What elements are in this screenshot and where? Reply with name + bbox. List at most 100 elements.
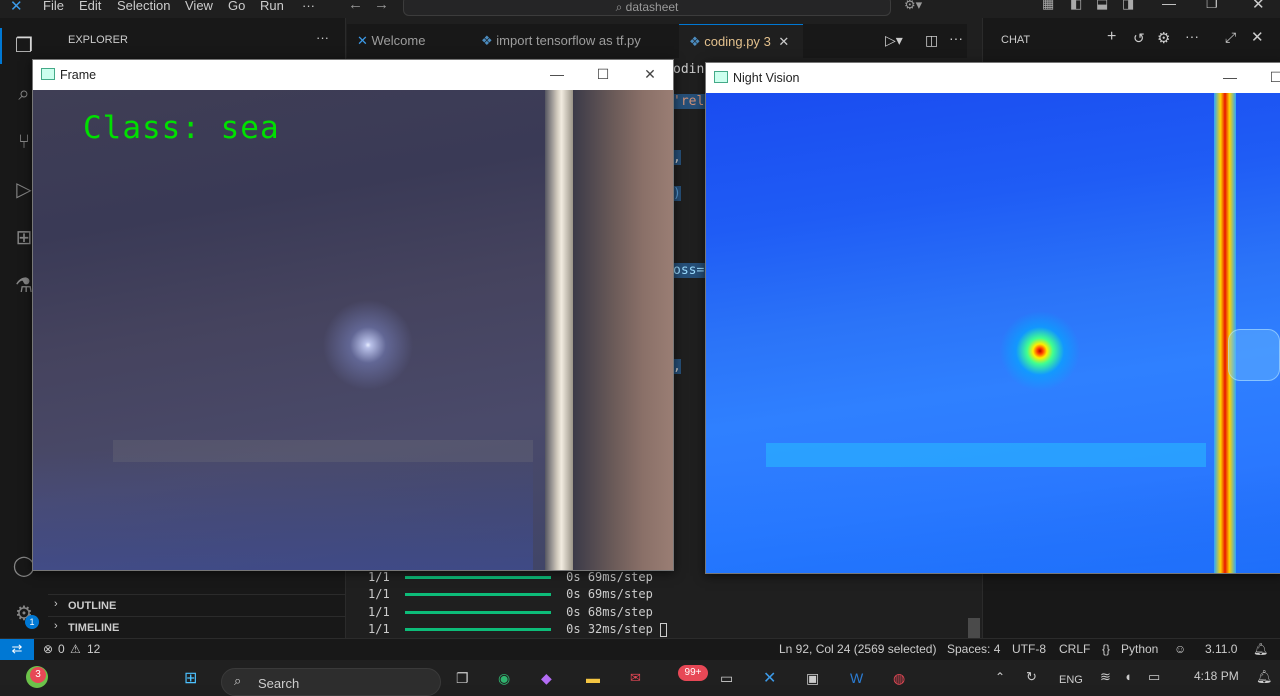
- railing-highlight: [766, 443, 1206, 467]
- timeline-section[interactable]: › TIMELINE: [48, 616, 345, 638]
- battery-icon[interactable]: ▭: [1148, 669, 1160, 685]
- minimize-icon[interactable]: —: [547, 66, 567, 82]
- line-ending[interactable]: CRLF: [1059, 642, 1090, 656]
- menu-run[interactable]: Run: [260, 0, 284, 13]
- more-icon[interactable]: ···: [1185, 28, 1199, 44]
- maximize-icon[interactable]: ☐: [593, 66, 613, 83]
- progress-bar: [404, 593, 551, 596]
- maximize-panel-icon[interactable]: ⤢: [1225, 29, 1236, 46]
- taskbar-search-box[interactable]: ⌕ Search: [221, 668, 441, 696]
- menu-edit[interactable]: Edit: [79, 0, 101, 13]
- frame-window-titlebar[interactable]: Frame — ☐ ✕: [33, 60, 673, 90]
- new-chat-icon[interactable]: +: [1107, 28, 1116, 46]
- close-panel-icon[interactable]: ✕: [1251, 28, 1264, 46]
- toggle-sidebar-icon[interactable]: ◧: [1070, 0, 1082, 12]
- python-icon: ❖: [689, 34, 705, 49]
- language-mode[interactable]: Python: [1121, 642, 1158, 656]
- edge-icon[interactable]: ◉: [498, 670, 510, 687]
- cursor-position[interactable]: Ln 92, Col 24 (2569 selected): [779, 642, 936, 656]
- terminal-app-icon[interactable]: ▭: [720, 670, 733, 687]
- menu-more[interactable]: ···: [302, 0, 315, 13]
- menu-view[interactable]: View: [185, 0, 213, 13]
- python-window-icon[interactable]: ▣: [806, 670, 819, 687]
- chrome-icon[interactable]: ◍: [893, 670, 905, 687]
- terminal-line: 1/1 0s 32ms/step: [368, 622, 668, 637]
- outline-section[interactable]: › OUTLINE: [48, 594, 345, 616]
- sidebar-more-button[interactable]: ···: [316, 30, 329, 45]
- close-icon[interactable]: ✕: [640, 66, 660, 83]
- terminal-cursor: [660, 622, 668, 637]
- chevron-right-icon: ›: [54, 620, 58, 632]
- forward-arrow-icon[interactable]: →: [374, 0, 389, 13]
- encoding[interactable]: UTF-8: [1012, 642, 1046, 656]
- vscode-taskbar-icon[interactable]: ✕: [763, 668, 776, 688]
- language-indicator[interactable]: ENG: [1059, 674, 1083, 686]
- tray-chevron-icon[interactable]: ⌃: [995, 670, 1005, 684]
- window-app-icon: [41, 68, 55, 80]
- toggle-secondary-sidebar-icon[interactable]: ◨: [1122, 0, 1134, 12]
- maximize-icon[interactable]: ☐: [1266, 69, 1280, 86]
- error-icon[interactable]: ⊗: [43, 642, 53, 656]
- toggle-panel-icon[interactable]: ⬓: [1096, 0, 1108, 12]
- start-icon[interactable]: ⊞: [184, 668, 197, 688]
- tab-import-tensorflow[interactable]: ❖ import tensorflow as tf.py: [471, 24, 677, 58]
- search-icon: ⌕: [234, 673, 242, 688]
- back-arrow-icon[interactable]: ←: [348, 0, 363, 13]
- mail-icon[interactable]: ✉: [630, 670, 641, 686]
- close-tab-icon[interactable]: ✕: [778, 34, 789, 49]
- minimize-icon[interactable]: —: [1220, 69, 1240, 85]
- search-icon: ⌕: [615, 0, 626, 14]
- water-reflection: [33, 450, 533, 570]
- notifications-bell-icon[interactable]: 🔔︎: [1253, 642, 1268, 656]
- terminal-line: 1/1 0s 68ms/step: [368, 605, 653, 619]
- indentation[interactable]: Spaces: 4: [947, 642, 1000, 656]
- tab-welcome[interactable]: ✕ Welcome: [347, 24, 467, 58]
- night-vision-titlebar[interactable]: Night Vision — ☐: [706, 63, 1280, 93]
- volume-icon[interactable]: ◖: [1124, 669, 1132, 684]
- file-explorer-icon[interactable]: ▬: [586, 670, 600, 686]
- run-python-icon[interactable]: ▷▾: [885, 32, 903, 49]
- close-icon[interactable]: ✕: [1252, 0, 1265, 13]
- menu-go[interactable]: Go: [228, 0, 245, 13]
- explorer-icon[interactable]: ❐: [12, 34, 36, 58]
- vscode-logo-icon: ✕: [10, 0, 23, 15]
- widgets-badge: 3: [30, 667, 46, 683]
- copilot-app-icon[interactable]: ◆: [541, 670, 552, 687]
- warning-count[interactable]: 12: [87, 642, 100, 656]
- water-band: [706, 473, 1280, 573]
- accounts-badge: 1: [25, 615, 39, 629]
- settings-gear-icon[interactable]: ⚙: [1157, 29, 1170, 47]
- search-text: datasheet: [625, 0, 679, 14]
- terminal-panel[interactable]: 1/1 0s 69ms/step 1/1 0s 69ms/step 1/1 0s…: [347, 570, 967, 638]
- copilot-icon[interactable]: ⚙▾: [904, 0, 922, 13]
- remote-indicator-icon[interactable]: ⇄: [0, 639, 34, 661]
- floating-widget[interactable]: [1228, 329, 1280, 381]
- night-vision-window[interactable]: Night Vision — ☐: [705, 62, 1280, 574]
- command-search-box[interactable]: ⌕ datasheet: [403, 0, 891, 16]
- copilot-status-icon[interactable]: ☺: [1174, 642, 1186, 656]
- step-count: 1/1: [368, 605, 390, 619]
- split-editor-icon[interactable]: ◫: [925, 32, 938, 49]
- window-app-icon: [714, 71, 728, 83]
- restore-icon[interactable]: ❐: [1206, 0, 1218, 12]
- scrollbar-thumb[interactable]: [968, 618, 980, 638]
- python-version[interactable]: 3.11.0: [1205, 642, 1237, 656]
- wifi-icon[interactable]: ≋: [1100, 669, 1111, 685]
- task-view-icon[interactable]: ❐: [456, 670, 469, 687]
- frame-window[interactable]: Frame — ☐ ✕ Class: sea: [32, 59, 674, 571]
- minimize-icon[interactable]: —: [1162, 0, 1176, 11]
- sync-icon[interactable]: ↻: [1026, 669, 1037, 685]
- history-icon[interactable]: ↺: [1133, 30, 1145, 47]
- code-fragment: ,: [673, 359, 681, 374]
- notification-bell-icon[interactable]: 🔔︎: [1256, 669, 1273, 685]
- more-actions-icon[interactable]: ···: [949, 30, 963, 46]
- layout-icon[interactable]: ▦: [1042, 0, 1054, 12]
- clock-time[interactable]: 4:18 PM: [1194, 669, 1239, 683]
- error-count[interactable]: 0: [58, 642, 65, 656]
- warning-icon[interactable]: ⚠: [70, 642, 81, 656]
- word-icon[interactable]: W: [850, 670, 863, 686]
- tab-coding-py[interactable]: ❖ coding.py 3 ✕: [679, 24, 803, 58]
- menu-file[interactable]: File: [43, 0, 64, 13]
- menu-selection[interactable]: Selection: [117, 0, 170, 13]
- active-indicator: [0, 28, 2, 64]
